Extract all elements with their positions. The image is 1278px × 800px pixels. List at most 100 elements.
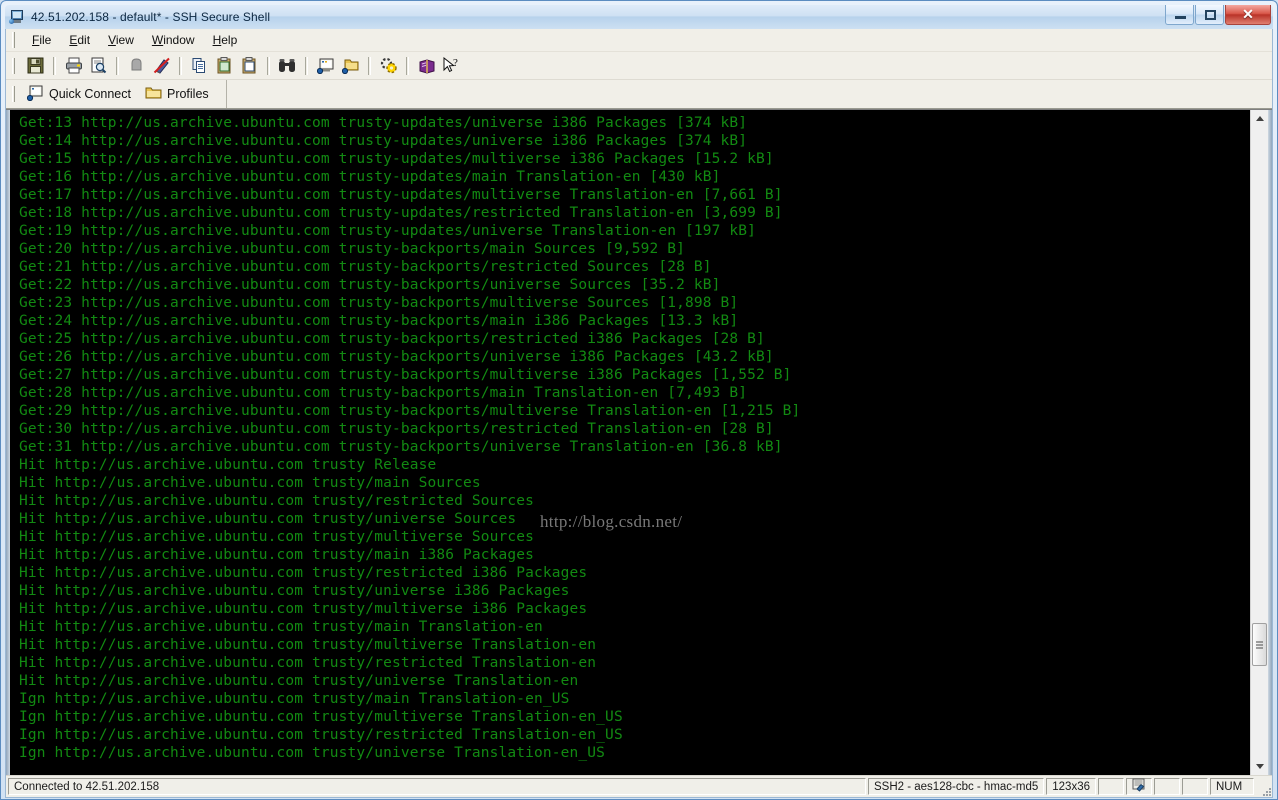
terminal-line: Get:27 http://us.archive.ubuntu.com trus… bbox=[19, 367, 792, 383]
terminal-line: Ign http://us.archive.ubuntu.com trusty/… bbox=[19, 691, 570, 707]
chevron-up-icon bbox=[1255, 116, 1264, 121]
profiles-button[interactable]: Profiles bbox=[141, 84, 219, 105]
ssh-window: 42.51.202.158 - default* - SSH Secure Sh… bbox=[0, 0, 1278, 800]
menu-file[interactable]: File bbox=[23, 31, 60, 49]
toolbar-separator bbox=[406, 56, 409, 75]
profiles-label: Profiles bbox=[166, 87, 209, 101]
terminal-line: Get:28 http://us.archive.ubuntu.com trus… bbox=[19, 385, 748, 401]
terminal-output[interactable]: Get:13 http://us.archive.ubuntu.com trus… bbox=[10, 110, 1250, 775]
close-icon: ✕ bbox=[1242, 6, 1254, 22]
menu-help-label-rest: elp bbox=[221, 33, 238, 47]
toolbar-separator bbox=[305, 56, 308, 75]
menu-file-label-rest: ile bbox=[39, 33, 52, 47]
terminal-line: Get:22 http://us.archive.ubuntu.com trus… bbox=[19, 277, 721, 293]
menu-window-label-rest: indow bbox=[163, 33, 195, 47]
quickbar-drag-handle[interactable] bbox=[12, 86, 15, 102]
paste-icon[interactable] bbox=[213, 55, 236, 77]
terminal-line: Get:25 http://us.archive.ubuntu.com trus… bbox=[19, 331, 765, 347]
resize-grip[interactable] bbox=[1256, 781, 1272, 797]
terminal-scrollbar[interactable] bbox=[1250, 110, 1268, 775]
settings-icon[interactable] bbox=[377, 55, 400, 77]
menu-edit-label-rest: dit bbox=[77, 33, 91, 47]
status-cipher: SSH2 - aes128-cbc - hmac-md5 bbox=[868, 778, 1045, 795]
status-num-lock: NUM bbox=[1210, 778, 1254, 795]
find-icon[interactable] bbox=[276, 55, 299, 77]
window-titlebar[interactable]: 42.51.202.158 - default* - SSH Secure Sh… bbox=[5, 5, 1273, 29]
quick-connect-bar: Quick Connect Profiles bbox=[6, 80, 1272, 109]
scroll-down-button[interactable] bbox=[1251, 758, 1268, 775]
terminal-line: Get:30 http://us.archive.ubuntu.com trus… bbox=[19, 421, 774, 437]
window-controls: ✕ bbox=[1165, 5, 1271, 25]
restore-button[interactable] bbox=[1195, 5, 1224, 25]
terminal-line: Get:20 http://us.archive.ubuntu.com trus… bbox=[19, 241, 685, 257]
chevron-down-icon bbox=[1255, 764, 1264, 769]
terminal-line: Ign http://us.archive.ubuntu.com trusty/… bbox=[19, 727, 623, 743]
print-icon[interactable] bbox=[62, 55, 85, 77]
terminal-line: Get:13 http://us.archive.ubuntu.com trus… bbox=[19, 115, 748, 131]
terminal-line: Hit http://us.archive.ubuntu.com trusty/… bbox=[19, 673, 579, 689]
status-terminal-size: 123x36 bbox=[1046, 778, 1096, 795]
toolbar-separator bbox=[267, 56, 270, 75]
terminal-line: Get:16 http://us.archive.ubuntu.com trus… bbox=[19, 169, 721, 185]
terminal-line: Hit http://us.archive.ubuntu.com trusty/… bbox=[19, 655, 597, 671]
menu-edit[interactable]: Edit bbox=[60, 31, 99, 49]
upload-icon[interactable] bbox=[125, 55, 148, 77]
terminal-line: Hit http://us.archive.ubuntu.com trusty/… bbox=[19, 637, 597, 653]
terminal-panel: Get:13 http://us.archive.ubuntu.com trus… bbox=[6, 109, 1272, 775]
quick-connect-icon bbox=[26, 85, 44, 104]
encryption-icon bbox=[1132, 778, 1147, 795]
scrollbar-grip-icon bbox=[1256, 639, 1263, 650]
print-preview-icon[interactable] bbox=[87, 55, 110, 77]
terminal-line: Get:23 http://us.archive.ubuntu.com trus… bbox=[19, 295, 739, 311]
ssh-terminal-icon bbox=[9, 9, 25, 25]
menubar-drag-handle[interactable] bbox=[12, 32, 15, 48]
window-client-area: File Edit View Window Help ? Quick Conne… bbox=[5, 29, 1273, 798]
save-icon[interactable] bbox=[24, 55, 47, 77]
scroll-up-button[interactable] bbox=[1251, 110, 1268, 127]
context-help-icon[interactable]: ? bbox=[440, 55, 463, 77]
quick-connect-label: Quick Connect bbox=[49, 87, 131, 101]
status-encryption-indicator bbox=[1126, 778, 1152, 795]
minimize-icon bbox=[1175, 16, 1186, 19]
desktop-background: 42.51.202.158 - default* - SSH Secure Sh… bbox=[0, 0, 1278, 800]
menu-window[interactable]: Window bbox=[143, 31, 204, 49]
window-title: 42.51.202.158 - default* - SSH Secure Sh… bbox=[31, 10, 271, 24]
status-spacer-3 bbox=[1182, 778, 1208, 795]
terminal-line: Get:17 http://us.archive.ubuntu.com trus… bbox=[19, 187, 783, 203]
toolbar-drag-handle[interactable] bbox=[12, 57, 15, 74]
statusbar: Connected to 42.51.202.158 SSH2 - aes128… bbox=[6, 775, 1272, 797]
restore-icon bbox=[1205, 10, 1216, 20]
terminal-line: Get:15 http://us.archive.ubuntu.com trus… bbox=[19, 151, 774, 167]
terminal-line: Get:26 http://us.archive.ubuntu.com trus… bbox=[19, 349, 774, 365]
download-disabled-icon[interactable] bbox=[150, 55, 173, 77]
status-connection: Connected to 42.51.202.158 bbox=[8, 778, 866, 795]
toolbar-separator bbox=[368, 56, 371, 75]
terminal-line: Get:14 http://us.archive.ubuntu.com trus… bbox=[19, 133, 748, 149]
minimize-button[interactable] bbox=[1165, 5, 1194, 25]
menu-view-label-rest: iew bbox=[115, 33, 134, 47]
scrollbar-thumb[interactable] bbox=[1252, 623, 1267, 666]
quick-connect-button[interactable]: Quick Connect bbox=[23, 83, 141, 106]
close-button[interactable]: ✕ bbox=[1225, 5, 1271, 25]
help-book-icon[interactable] bbox=[415, 55, 438, 77]
terminal-line: Hit http://us.archive.ubuntu.com trusty/… bbox=[19, 529, 535, 545]
svg-text:?: ? bbox=[453, 57, 458, 69]
terminal-line: Hit http://us.archive.ubuntu.com trusty/… bbox=[19, 493, 535, 509]
menu-help[interactable]: Help bbox=[204, 31, 247, 49]
copy-paste-icon[interactable] bbox=[238, 55, 261, 77]
copy-icon[interactable] bbox=[188, 55, 211, 77]
new-terminal-icon[interactable] bbox=[314, 55, 337, 77]
terminal-line: Get:24 http://us.archive.ubuntu.com trus… bbox=[19, 313, 739, 329]
menu-view[interactable]: View bbox=[99, 31, 143, 49]
terminal-right-bevel bbox=[1268, 110, 1272, 775]
terminal-line: Get:29 http://us.archive.ubuntu.com trus… bbox=[19, 403, 801, 419]
terminal-line: Hit http://us.archive.ubuntu.com trusty/… bbox=[19, 511, 517, 527]
terminal-line: Hit http://us.archive.ubuntu.com trusty/… bbox=[19, 601, 588, 617]
terminal-line: Hit http://us.archive.ubuntu.com trusty … bbox=[19, 457, 437, 473]
menubar: File Edit View Window Help bbox=[6, 29, 1272, 52]
toolbar-separator bbox=[53, 56, 56, 75]
toolbar-separator bbox=[179, 56, 182, 75]
folder-icon bbox=[145, 86, 162, 103]
new-file-transfer-icon[interactable] bbox=[339, 55, 362, 77]
terminal-line: Get:21 http://us.archive.ubuntu.com trus… bbox=[19, 259, 712, 275]
